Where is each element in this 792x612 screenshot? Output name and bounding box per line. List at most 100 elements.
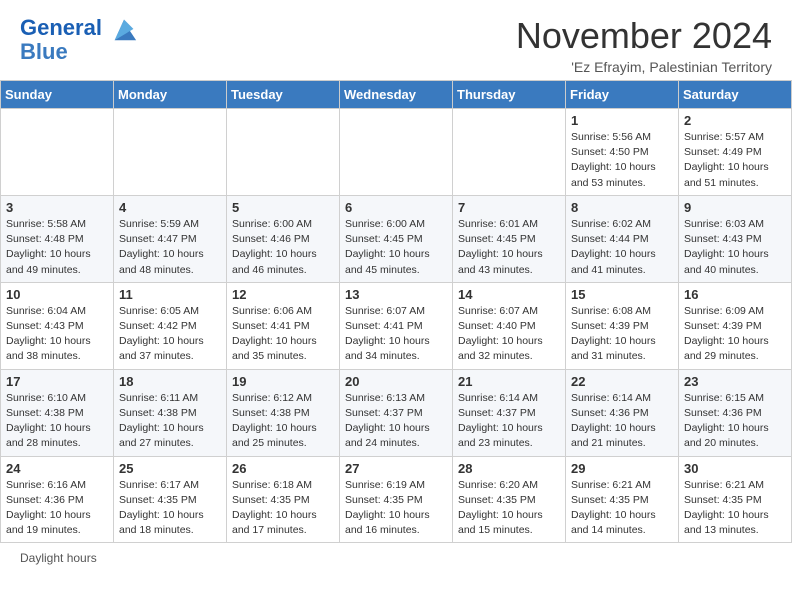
calendar-cell: 4 Sunrise: 5:59 AM Sunset: 4:47 PM Daylig…	[114, 195, 227, 282]
calendar-cell: 5 Sunrise: 6:00 AM Sunset: 4:46 PM Daylig…	[227, 195, 340, 282]
day-info: Sunrise: 6:17 AM Sunset: 4:35 PM Dayligh…	[119, 478, 221, 539]
day-number: 25	[119, 461, 221, 476]
day-info: Sunrise: 6:19 AM Sunset: 4:35 PM Dayligh…	[345, 478, 447, 539]
day-info: Sunrise: 6:06 AM Sunset: 4:41 PM Dayligh…	[232, 304, 334, 365]
day-info: Sunrise: 6:21 AM Sunset: 4:35 PM Dayligh…	[571, 478, 673, 539]
calendar-cell: 1 Sunrise: 5:56 AM Sunset: 4:50 PM Daylig…	[566, 109, 679, 196]
column-header-friday: Friday	[566, 81, 679, 109]
day-info: Sunrise: 6:18 AM Sunset: 4:35 PM Dayligh…	[232, 478, 334, 539]
day-info: Sunrise: 6:16 AM Sunset: 4:36 PM Dayligh…	[6, 478, 108, 539]
day-number: 3	[6, 200, 108, 215]
calendar-cell: 25 Sunrise: 6:17 AM Sunset: 4:35 PM Dayli…	[114, 456, 227, 543]
day-number: 2	[684, 113, 786, 128]
calendar-cell	[340, 109, 453, 196]
day-number: 29	[571, 461, 673, 476]
calendar-cell: 16Sunrise: 6:09 AM Sunset: 4:39 PM Dayli…	[679, 282, 792, 369]
column-header-tuesday: Tuesday	[227, 81, 340, 109]
day-number: 17	[6, 374, 108, 389]
calendar-week-4: 24 Sunrise: 6:16 AM Sunset: 4:36 PM Dayli…	[1, 456, 792, 543]
logo: General Blue	[20, 15, 138, 65]
day-info: Sunrise: 6:08 AM Sunset: 4:39 PM Dayligh…	[571, 304, 673, 365]
calendar-cell: 3 Sunrise: 5:58 AM Sunset: 4:48 PM Daylig…	[1, 195, 114, 282]
calendar-cell: 21 Sunrise: 6:14 AM Sunset: 4:37 PM Dayli…	[453, 369, 566, 456]
month-title: November 2024	[516, 15, 772, 57]
day-info: Sunrise: 6:14 AM Sunset: 4:36 PM Dayligh…	[571, 391, 673, 452]
calendar-cell: 7Sunrise: 6:01 AM Sunset: 4:45 PM Daylig…	[453, 195, 566, 282]
day-info: Sunrise: 6:11 AM Sunset: 4:38 PM Dayligh…	[119, 391, 221, 452]
calendar-cell: 27 Sunrise: 6:19 AM Sunset: 4:35 PM Dayli…	[340, 456, 453, 543]
day-number: 1	[571, 113, 673, 128]
day-info: Sunrise: 6:00 AM Sunset: 4:46 PM Dayligh…	[232, 217, 334, 278]
day-info: Sunrise: 6:10 AM Sunset: 4:38 PM Dayligh…	[6, 391, 108, 452]
calendar-cell: 8 Sunrise: 6:02 AM Sunset: 4:44 PM Daylig…	[566, 195, 679, 282]
calendar-cell: 2 Sunrise: 5:57 AM Sunset: 4:49 PM Daylig…	[679, 109, 792, 196]
day-info: Sunrise: 5:58 AM Sunset: 4:48 PM Dayligh…	[6, 217, 108, 278]
day-info: Sunrise: 6:12 AM Sunset: 4:38 PM Dayligh…	[232, 391, 334, 452]
column-header-saturday: Saturday	[679, 81, 792, 109]
day-info: Sunrise: 6:21 AM Sunset: 4:35 PM Dayligh…	[684, 478, 786, 539]
calendar-header-row: SundayMondayTuesdayWednesdayThursdayFrid…	[1, 81, 792, 109]
calendar-cell: 15Sunrise: 6:08 AM Sunset: 4:39 PM Dayli…	[566, 282, 679, 369]
day-number: 7	[458, 200, 560, 215]
calendar-cell: 22 Sunrise: 6:14 AM Sunset: 4:36 PM Dayli…	[566, 369, 679, 456]
day-number: 14	[458, 287, 560, 302]
day-number: 22	[571, 374, 673, 389]
calendar-cell: 19Sunrise: 6:12 AM Sunset: 4:38 PM Dayli…	[227, 369, 340, 456]
day-number: 12	[232, 287, 334, 302]
day-number: 6	[345, 200, 447, 215]
day-number: 8	[571, 200, 673, 215]
calendar-cell: 6 Sunrise: 6:00 AM Sunset: 4:45 PM Daylig…	[340, 195, 453, 282]
footer: Daylight hours	[0, 543, 792, 573]
day-number: 21	[458, 374, 560, 389]
day-info: Sunrise: 5:56 AM Sunset: 4:50 PM Dayligh…	[571, 130, 673, 191]
day-info: Sunrise: 5:57 AM Sunset: 4:49 PM Dayligh…	[684, 130, 786, 191]
column-header-sunday: Sunday	[1, 81, 114, 109]
calendar-cell: 11Sunrise: 6:05 AM Sunset: 4:42 PM Dayli…	[114, 282, 227, 369]
day-info: Sunrise: 6:20 AM Sunset: 4:35 PM Dayligh…	[458, 478, 560, 539]
day-number: 24	[6, 461, 108, 476]
calendar-cell: 28 Sunrise: 6:20 AM Sunset: 4:35 PM Dayli…	[453, 456, 566, 543]
calendar-cell: 26 Sunrise: 6:18 AM Sunset: 4:35 PM Dayli…	[227, 456, 340, 543]
calendar-cell	[114, 109, 227, 196]
calendar-cell: 17 Sunrise: 6:10 AM Sunset: 4:38 PM Dayli…	[1, 369, 114, 456]
calendar-cell: 29 Sunrise: 6:21 AM Sunset: 4:35 PM Dayli…	[566, 456, 679, 543]
calendar-cell: 18 Sunrise: 6:11 AM Sunset: 4:38 PM Dayli…	[114, 369, 227, 456]
day-number: 28	[458, 461, 560, 476]
day-info: Sunrise: 6:02 AM Sunset: 4:44 PM Dayligh…	[571, 217, 673, 278]
calendar-week-3: 17 Sunrise: 6:10 AM Sunset: 4:38 PM Dayli…	[1, 369, 792, 456]
day-info: Sunrise: 6:15 AM Sunset: 4:36 PM Dayligh…	[684, 391, 786, 452]
day-info: Sunrise: 5:59 AM Sunset: 4:47 PM Dayligh…	[119, 217, 221, 278]
location: 'Ez Efrayim, Palestinian Territory	[516, 59, 772, 75]
title-block: November 2024 'Ez Efrayim, Palestinian T…	[516, 15, 772, 75]
calendar-cell: 9Sunrise: 6:03 AM Sunset: 4:43 PM Daylig…	[679, 195, 792, 282]
page-header: General Blue November 2024 'Ez Efrayim, …	[0, 0, 792, 80]
day-number: 26	[232, 461, 334, 476]
day-number: 18	[119, 374, 221, 389]
day-info: Sunrise: 6:14 AM Sunset: 4:37 PM Dayligh…	[458, 391, 560, 452]
calendar-cell	[453, 109, 566, 196]
column-header-wednesday: Wednesday	[340, 81, 453, 109]
day-number: 9	[684, 200, 786, 215]
day-number: 5	[232, 200, 334, 215]
day-number: 23	[684, 374, 786, 389]
day-number: 27	[345, 461, 447, 476]
column-header-thursday: Thursday	[453, 81, 566, 109]
calendar-cell: 20Sunrise: 6:13 AM Sunset: 4:37 PM Dayli…	[340, 369, 453, 456]
day-info: Sunrise: 6:07 AM Sunset: 4:41 PM Dayligh…	[345, 304, 447, 365]
day-number: 11	[119, 287, 221, 302]
calendar-table: SundayMondayTuesdayWednesdayThursdayFrid…	[0, 80, 792, 543]
day-number: 4	[119, 200, 221, 215]
calendar-cell: 10 Sunrise: 6:04 AM Sunset: 4:43 PM Dayli…	[1, 282, 114, 369]
calendar-cell: 14 Sunrise: 6:07 AM Sunset: 4:40 PM Dayli…	[453, 282, 566, 369]
calendar-week-2: 10 Sunrise: 6:04 AM Sunset: 4:43 PM Dayli…	[1, 282, 792, 369]
calendar-cell	[227, 109, 340, 196]
calendar-cell: 13 Sunrise: 6:07 AM Sunset: 4:41 PM Dayli…	[340, 282, 453, 369]
day-info: Sunrise: 6:00 AM Sunset: 4:45 PM Dayligh…	[345, 217, 447, 278]
logo-icon	[110, 15, 138, 43]
day-number: 13	[345, 287, 447, 302]
day-info: Sunrise: 6:07 AM Sunset: 4:40 PM Dayligh…	[458, 304, 560, 365]
day-info: Sunrise: 6:04 AM Sunset: 4:43 PM Dayligh…	[6, 304, 108, 365]
calendar-week-0: 1 Sunrise: 5:56 AM Sunset: 4:50 PM Daylig…	[1, 109, 792, 196]
day-number: 10	[6, 287, 108, 302]
calendar-cell: 12 Sunrise: 6:06 AM Sunset: 4:41 PM Dayli…	[227, 282, 340, 369]
